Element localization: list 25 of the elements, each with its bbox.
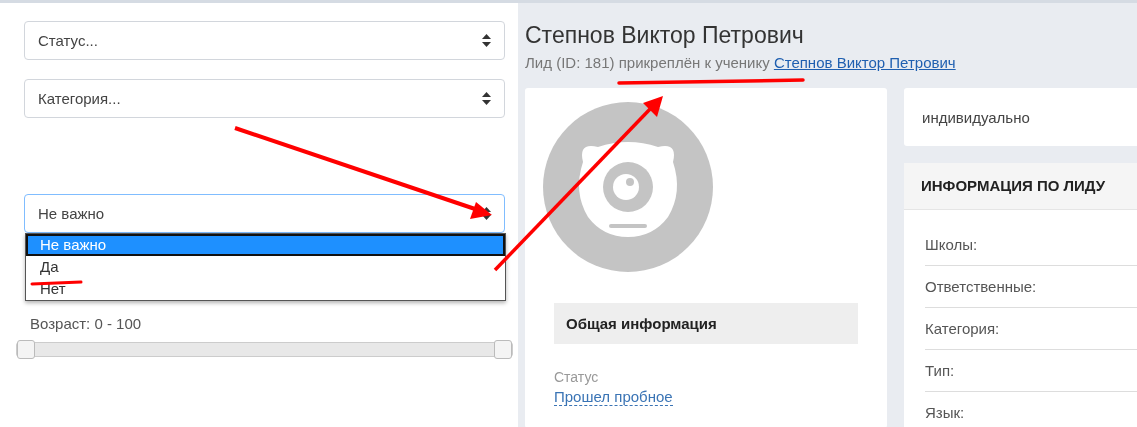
select-field[interactable]: Не важно: [24, 194, 505, 233]
info-label: Категория:: [925, 308, 1137, 350]
select-field[interactable]: Статус...: [24, 21, 505, 60]
student-link[interactable]: Степнов Виктор Петрович: [773, 54, 956, 71]
lead-title: Степнов Виктор Петрович: [525, 21, 805, 50]
slider-handle[interactable]: [494, 340, 512, 359]
editable-link[interactable]: Прошел пробное: [554, 388, 673, 406]
info-label: Язык:: [925, 392, 1137, 427]
lead-subtitle: Лид (ID: 181) прикреплён к ученику: [525, 54, 770, 71]
info-heading: ИНФОРМАЦИЯ ПО ЛИДУ: [904, 163, 1137, 210]
field-label: Статус: [554, 369, 600, 385]
section-heading: Общая информация: [554, 303, 858, 344]
dropdown-option[interactable]: Нет: [26, 278, 505, 300]
age-label: Возраст: 0 - 100: [29, 315, 143, 332]
slider-handle[interactable]: [17, 340, 35, 359]
info-label: Ответственные:: [925, 266, 1137, 308]
info-label: Школы:: [925, 224, 1137, 266]
sort-caret-icon: [482, 92, 491, 105]
select-field[interactable]: Категория...: [24, 79, 505, 118]
annotation-underline: [30, 280, 83, 286]
type-value: индивидуально: [922, 108, 1030, 126]
info-label: Тип:: [925, 350, 1137, 392]
dropdown-option[interactable]: Да: [26, 256, 505, 278]
sort-caret-icon: [482, 34, 491, 47]
avatar-placeholder-icon: [543, 102, 713, 272]
